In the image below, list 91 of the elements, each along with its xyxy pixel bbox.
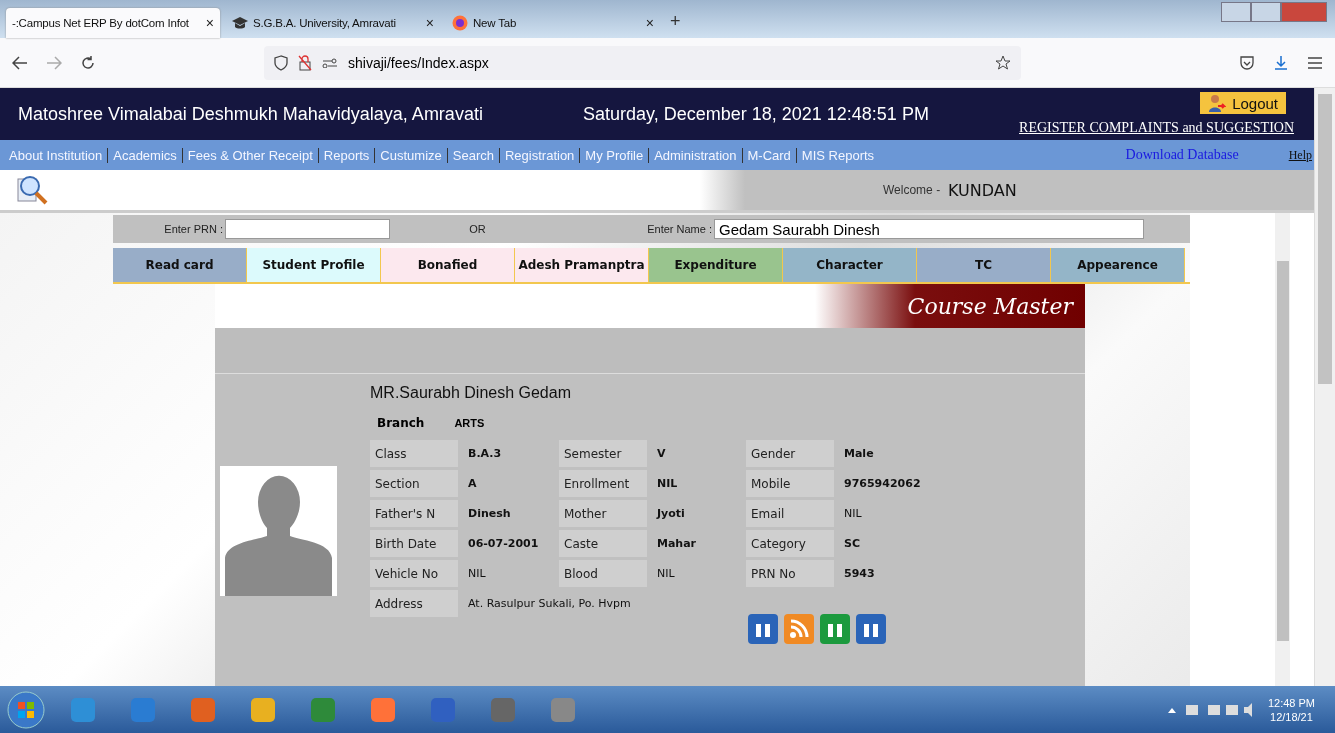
branch-value: ARTS — [454, 417, 485, 429]
student-name: MR.Saurabh Dinesh Gedam — [370, 384, 572, 403]
tab-close-button[interactable]: × — [645, 15, 654, 31]
logout-button[interactable]: Logout — [1200, 92, 1286, 114]
action-tab[interactable]: Read card — [113, 248, 247, 282]
forward-arrow-icon[interactable] — [46, 55, 62, 70]
field-value: 06-07-2001 — [467, 536, 540, 552]
name-field[interactable]: Gedam Saurabh Dinesh — [714, 219, 1144, 239]
menu-icon[interactable] — [1307, 55, 1323, 70]
window-controls[interactable] — [1221, 2, 1327, 22]
field-value: V — [656, 446, 667, 462]
help-link[interactable]: Help — [1288, 147, 1312, 163]
clock-time[interactable]: 12:48 PM — [1267, 695, 1315, 710]
institution-name: Matoshree Vimalabai Deshmukh Mahavidyalaya, Amravati — [18, 103, 484, 125]
reload-icon[interactable] — [80, 54, 96, 71]
url-text: shivaji/fees/Index.aspx — [348, 54, 490, 71]
action-tab[interactable]: Bonafied — [381, 248, 515, 282]
inner-scrollbar[interactable] — [1275, 213, 1290, 686]
field-value: At. Rasulpur Sukali, Po. Hvpm — [467, 596, 632, 612]
field-value: Jyoti — [655, 506, 686, 522]
graduation-cap-icon — [232, 17, 248, 29]
field-label: Vehicle No — [370, 560, 458, 587]
or-label: OR — [468, 223, 487, 235]
field-label: Caste — [559, 530, 647, 557]
field-label: Father's N — [370, 500, 458, 527]
field-label: Address — [370, 590, 458, 617]
field-label: Class — [370, 440, 458, 467]
pocket-icon[interactable] — [1239, 54, 1255, 71]
field-value: 5943 — [843, 566, 876, 582]
field-value: B.A.3 — [467, 446, 503, 462]
field-value: NIL — [656, 476, 679, 492]
address-bar[interactable]: shivaji/fees/Index.aspx — [264, 45, 1021, 80]
action-tab[interactable]: Character — [783, 248, 917, 282]
field-label: Semester — [559, 440, 647, 467]
field-label: Email — [746, 500, 834, 527]
branch-label: Branch — [377, 416, 425, 430]
taskbar-app-icon[interactable] — [189, 695, 217, 724]
download-icon[interactable] — [1273, 54, 1289, 71]
firefox-icon — [452, 15, 468, 31]
user-name: KUNDAN — [948, 180, 1017, 200]
start-button-icon[interactable] — [6, 689, 46, 730]
banner-title: Course Master — [907, 293, 1073, 319]
new-tab-button[interactable]: + — [670, 11, 681, 32]
page-scrollbar[interactable] — [1314, 88, 1335, 686]
field-value: Dinesh — [467, 506, 512, 522]
name-label: Enter Name : — [646, 223, 712, 235]
action-tab[interactable]: Student Profile — [247, 248, 381, 282]
date-time: Saturday, December 18, 2021 12:48:51 PM — [583, 103, 930, 125]
field-label: Birth Date — [370, 530, 458, 557]
tab-close-button[interactable]: × — [205, 15, 214, 31]
action-tab[interactable]: Appearence — [1051, 248, 1185, 282]
field-label: Blood — [559, 560, 647, 587]
prn-field[interactable] — [225, 219, 390, 239]
insecure-lock-icon — [298, 54, 312, 71]
field-value: NIL — [843, 506, 863, 522]
field-label: Gender — [746, 440, 834, 467]
tab-close-button[interactable]: × — [425, 15, 434, 31]
user-exit-icon — [1208, 94, 1227, 112]
welcome-label: Welcome - — [883, 183, 941, 197]
search-icon[interactable] — [16, 173, 50, 207]
browser-tab[interactable]: -:Campus Net ERP By dotCom Infot × — [6, 8, 220, 38]
action-tab[interactable]: TC — [917, 248, 1051, 282]
action-tab[interactable]: Adesh Pramanptra — [515, 248, 649, 282]
field-label: Section — [370, 470, 458, 497]
taskbar-app-icon[interactable] — [549, 695, 577, 724]
taskbar-app-icon[interactable] — [249, 695, 277, 724]
field-value: Male — [843, 446, 875, 462]
field-value: 9765942062 — [843, 476, 922, 492]
back-arrow-icon[interactable] — [12, 55, 28, 70]
field-label: PRN No — [746, 560, 834, 587]
field-value: Mahar — [656, 536, 698, 552]
prn-label: Enter PRN : — [163, 223, 223, 235]
permissions-icon — [322, 57, 338, 68]
browser-tab[interactable]: New Tab × — [446, 8, 660, 38]
complaints-link[interactable]: REGISTER COMPLAINTS and SUGGESTION — [1019, 120, 1294, 136]
taskbar-app-icon[interactable] — [69, 695, 97, 724]
rss-icon[interactable] — [784, 614, 814, 644]
field-label: Mother — [559, 500, 647, 527]
action-tab[interactable]: Expenditure — [649, 248, 783, 282]
taskbar-app-icon[interactable] — [369, 695, 397, 724]
field-label: Enrollment — [559, 470, 647, 497]
shield-icon — [274, 54, 288, 71]
field-value: NIL — [656, 566, 676, 582]
clock-date[interactable]: 12/18/21 — [1267, 709, 1315, 724]
field-label: Mobile — [746, 470, 834, 497]
field-value: SC — [843, 536, 861, 552]
field-label: Category — [746, 530, 834, 557]
star-icon[interactable] — [995, 54, 1011, 71]
field-value: NIL — [467, 566, 487, 582]
field-value: A — [467, 476, 478, 492]
browser-tab[interactable]: S.G.B.A. University, Amravati × — [226, 8, 440, 38]
